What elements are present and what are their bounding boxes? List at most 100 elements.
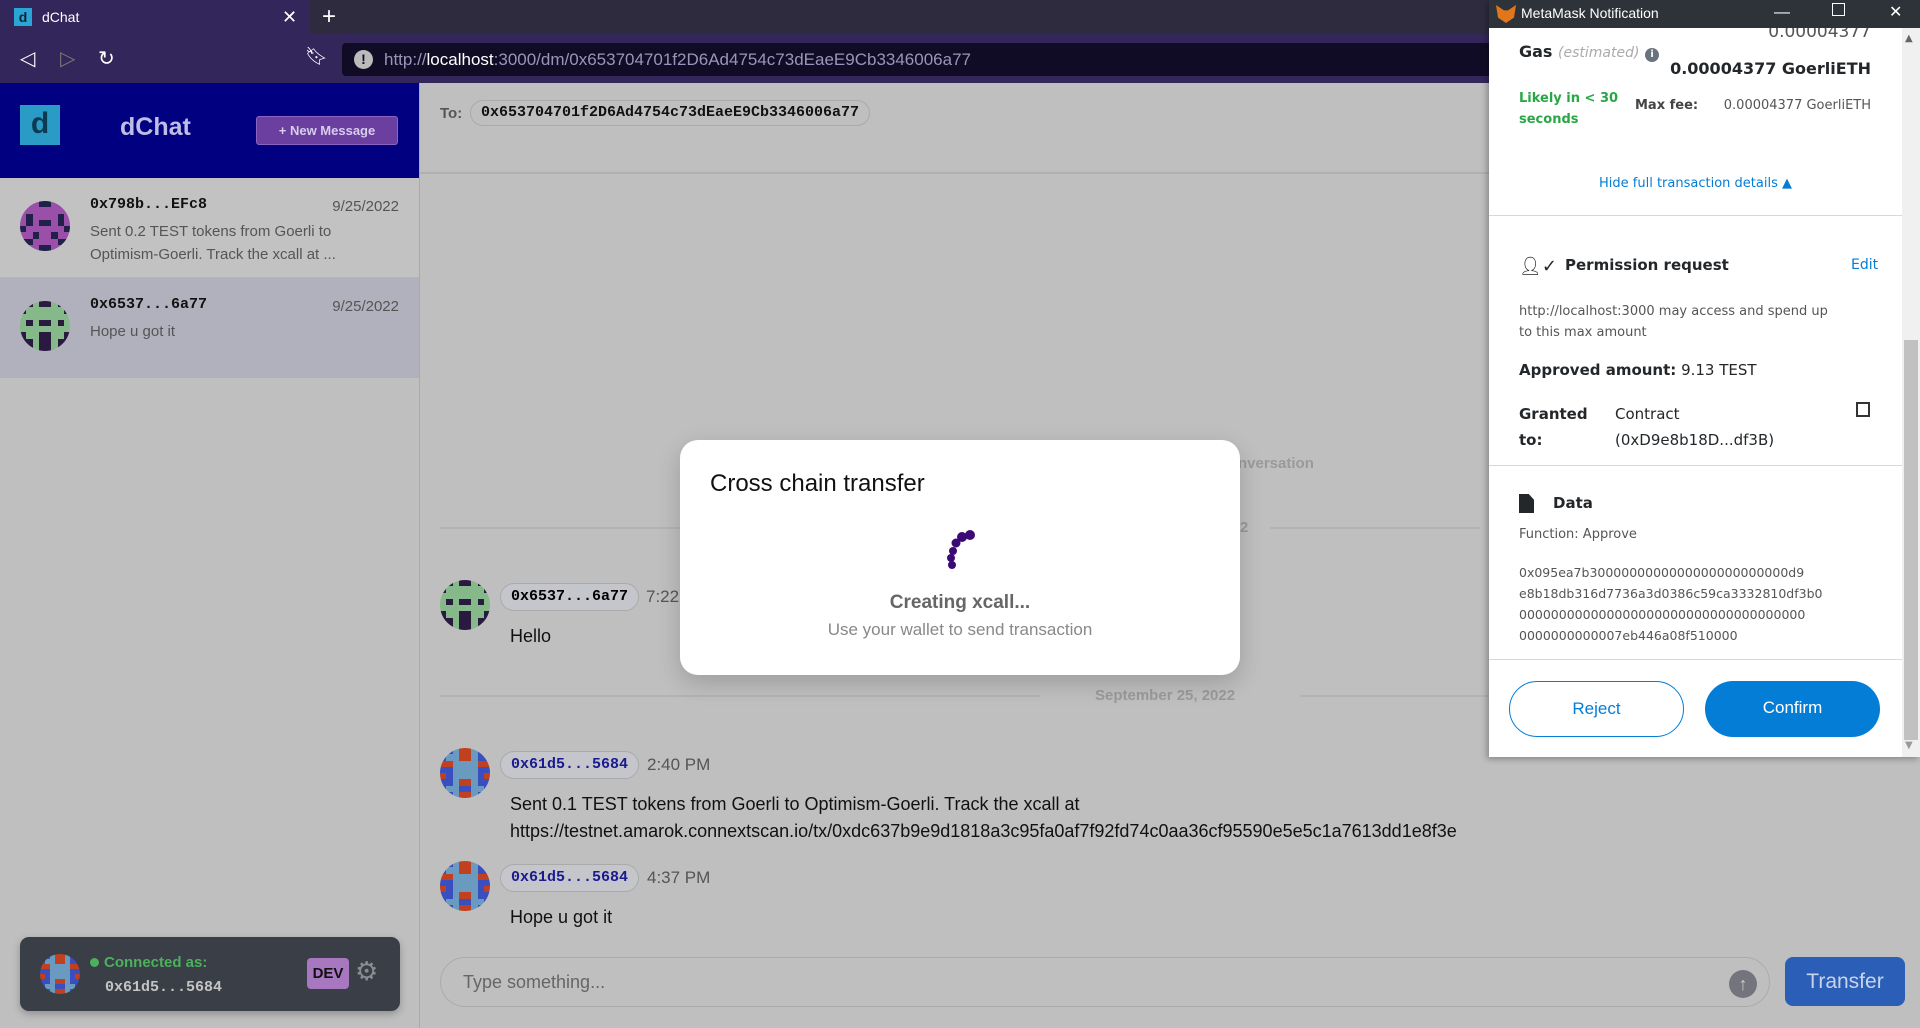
modal-title: Cross chain transfer [710,470,925,497]
label-line: to: [1519,431,1543,449]
app-logo: d [20,105,60,145]
message-text: Hello [510,626,552,646]
data-title: Data [1553,494,1593,512]
message: 0x61d5...5684 2:40 PM Sent 0.1 TEST toke… [420,748,1900,858]
connected-address: 0x61d5...5684 [105,979,223,996]
hex-line: e8b18db316d7736a3d0386c59ca3332810df3b0 [1519,586,1823,601]
metamask-content: 0.00004377 Gas (estimated) i 0.00004377 … [1489,28,1902,757]
input-placeholder: Type something... [463,972,606,992]
gas-total: 0.00004377 GoerliETH [1670,59,1871,78]
scroll-up-icon[interactable]: ▲ [1905,33,1913,44]
address-bar[interactable]: ! http://localhost:3000/dm/0x653704701f2D… [342,43,1492,76]
gas-top-value: 0.00004377 [1768,28,1871,42]
send-arrow-icon[interactable]: ↑ [1729,970,1757,998]
scrollbar-thumb[interactable] [1904,340,1918,740]
sender-pill[interactable]: 0x61d5...5684 [500,751,640,779]
divider [440,695,1040,697]
sender-pill[interactable]: 0x6537...6a77 [500,583,640,611]
minimize-icon[interactable]: — [1774,0,1790,26]
cross-chain-transfer-modal: Cross chain transfer Creating xcall... U… [680,440,1240,675]
sender-pill[interactable]: 0x61d5...5684 [500,864,640,892]
message-text: Sent 0.1 TEST tokens from Goerli to Opti… [510,791,1457,845]
connected-label: Connected as: [90,954,207,971]
avatar [440,861,490,911]
divider [1489,659,1902,660]
scroll-down-icon[interactable]: ▼ [1905,740,1913,751]
message-text: Hope u got it [510,907,613,927]
metamask-title-bar: MetaMask Notification — ✕ [1489,0,1920,28]
recipient-address[interactable]: 0x653704701f2D6Ad4754c73dEaeE9Cb3346006a… [470,100,871,126]
desc-line: to this max amount [1519,325,1647,340]
hex-line: 0x095ea7b3000000000000000000000000d9 [1519,565,1805,580]
message: 0x61d5...5684 4:37 PM Hope u got it [420,861,1420,941]
conversation-item[interactable]: 0x798b...EFc8 9/25/2022 Sent 0.2 TEST to… [0,178,419,278]
confirm-button[interactable]: Confirm [1705,681,1880,737]
info-icon[interactable]: i [1645,48,1660,62]
metamask-window: MetaMask Notification — ✕ 0.00004377 Gas… [1489,0,1920,757]
hide-details-text: Hide full transaction details [1599,176,1778,191]
conversation-preview: Hope u got it [90,323,176,340]
max-fee-label: Max fee: [1635,98,1699,113]
message-link[interactable]: https://testnet.amarok.connextscan.io/tx… [510,818,1457,845]
conversation-preview: Sent 0.2 TEST tokens from Goerli to Opti… [90,223,336,263]
divider [1270,527,1480,529]
avatar [20,201,70,251]
gear-icon[interactable]: ⚙ [355,956,378,987]
conversation-start-label: nversation [1238,455,1314,472]
date-separator: September 25, 2022 [1095,687,1236,704]
url-prefix: http:// [384,50,427,69]
message-time: 4:37 PM [647,868,711,887]
granted-label: Granted to: [1519,401,1588,453]
tab-title: dChat [42,9,80,25]
value-line: Contract [1615,405,1680,423]
forward-icon[interactable]: ▷ [60,46,75,71]
back-icon[interactable]: ◁ [20,46,35,71]
gas-text: Gas [1519,42,1553,61]
value-line: (0xD9e8b18D...df3B) [1615,431,1775,449]
label-line: Granted [1519,405,1588,423]
sidebar: d dChat + New Message 0x798b...EFc8 9/25… [0,83,420,1028]
message-input[interactable]: Type something... ↑ [440,957,1770,1007]
caret-up-icon: ▲ [1781,176,1792,191]
function-label: Function: Approve [1519,527,1637,542]
approved-amount: Approved amount: 9.13 TEST [1519,361,1757,379]
avatar [440,748,490,798]
divider [1489,215,1902,216]
copy-icon[interactable] [1856,402,1870,417]
document-icon [1519,494,1534,513]
metamask-fox-icon [1496,5,1516,23]
approved-label: Approved amount: [1519,361,1677,379]
browser-tab[interactable]: d dChat [0,0,310,34]
dchat-favicon: d [14,8,32,26]
new-message-button[interactable]: + New Message [256,116,398,145]
conversation-item-selected[interactable]: 0x6537...6a77 9/25/2022 Hope u got it [0,278,419,378]
reject-button[interactable]: Reject [1509,681,1684,737]
new-tab-icon[interactable]: + [322,3,336,31]
transfer-button[interactable]: Transfer [1785,957,1905,1006]
connected-account-card: Connected as: 0x61d5...5684 DEV ⚙ [20,937,400,1011]
hex-line: 000000000000000000000000000000000000 [1519,607,1806,622]
hide-details-link[interactable]: Hide full transaction details ▲ [1489,176,1902,191]
likely-time: Likely in < 30 seconds [1519,88,1618,130]
bookmark-icon[interactable]: 🔖︎ [305,46,328,67]
window-title: MetaMask Notification [1521,5,1659,21]
insecure-warning-icon[interactable]: ! [354,50,373,69]
hex-data: 0x095ea7b3000000000000000000000000d9 e8b1… [1519,562,1822,646]
hex-line: 0000000000007eb446a08f510000 [1519,628,1738,643]
conversation-name: 0x6537...6a77 [90,296,208,313]
app-title: dChat [120,113,191,141]
conversation-date: 9/25/2022 [332,298,399,315]
maximize-icon[interactable] [1832,3,1845,16]
loading-spinner-icon [947,530,975,569]
close-tab-icon[interactable]: ✕ [282,7,297,28]
reload-icon[interactable]: ↻ [98,46,115,71]
divider [1300,695,1490,697]
avatar [440,580,490,630]
sidebar-header: d dChat + New Message [0,83,419,178]
message-line: Sent 0.1 TEST tokens from Goerli to Opti… [510,794,1080,814]
desc-line: http://localhost:3000 may access and spe… [1519,304,1828,319]
env-badge: DEV [307,958,349,989]
close-icon[interactable]: ✕ [1889,0,1902,26]
edit-link[interactable]: Edit [1851,257,1878,273]
gas-label: Gas (estimated) i [1519,42,1660,62]
